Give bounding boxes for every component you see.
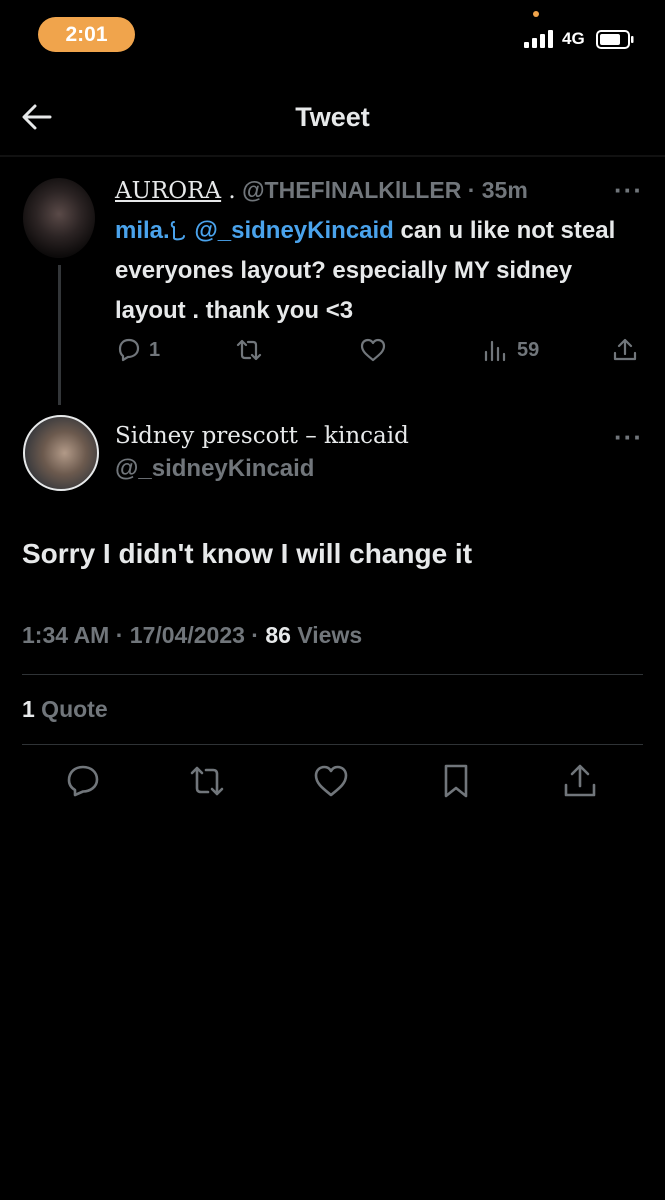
avatar[interactable]: [23, 178, 95, 258]
views-label: Views: [290, 622, 363, 648]
parent-age: 35m: [481, 177, 528, 203]
page-title: Tweet: [295, 102, 370, 132]
network-type: 4G: [562, 29, 585, 48]
parent-tweet-text: mila. @_sidneyKincaid can u like not ste…: [115, 211, 635, 331]
status-time: 2:01: [38, 17, 135, 52]
mention-handle[interactable]: @_sidneyKincaid: [194, 217, 393, 244]
thread-line: [58, 265, 61, 405]
like-icon: [360, 338, 386, 362]
views-total: 86: [265, 622, 291, 648]
parent-actions: 1 59: [115, 336, 645, 372]
views-count: 59: [517, 338, 540, 361]
author-handle[interactable]: @_sidneyKincaid: [115, 455, 314, 483]
avatar[interactable]: [23, 415, 99, 491]
reply-button[interactable]: 1: [115, 336, 160, 364]
share-icon[interactable]: [561, 762, 599, 800]
mention-name[interactable]: mila.: [115, 217, 170, 244]
mic-indicator: [533, 11, 539, 17]
quotes-label: Quote: [34, 696, 108, 722]
like-icon[interactable]: [312, 762, 350, 800]
bookmark-icon[interactable]: [437, 762, 475, 800]
share-button[interactable]: [611, 336, 639, 364]
reply-icon: [118, 338, 140, 362]
status-bar: 2:01 4G: [0, 0, 665, 70]
author-display-name[interactable]: Sidney prescott – kincaid: [115, 423, 409, 449]
views-icon: [484, 340, 506, 362]
parent-display-name[interactable]: AURORA .: [115, 178, 236, 204]
tweet-time[interactable]: 1:34 AM: [22, 622, 109, 648]
views-button[interactable]: 59: [481, 336, 539, 364]
retweet-icon[interactable]: [188, 762, 226, 800]
retweet-icon: [236, 339, 262, 361]
tweet-actions: [0, 762, 665, 804]
battery-icon: [596, 30, 634, 49]
parent-handle[interactable]: @THEFlNALKlLLER: [242, 177, 461, 203]
divider: [22, 744, 643, 745]
quotes-stat[interactable]: 1 Quote: [22, 696, 108, 723]
reply-icon[interactable]: [64, 762, 102, 800]
tweet-date[interactable]: 17/04/2023: [130, 622, 245, 648]
quotes-count: 1: [22, 696, 35, 722]
divider: [22, 674, 643, 675]
share-icon: [613, 338, 637, 361]
header: Tweet: [0, 80, 665, 155]
signal-icon: [524, 30, 556, 48]
more-icon[interactable]: ···: [614, 422, 643, 453]
tweet-text: Sorry I didn't know I will change it: [22, 538, 473, 569]
retweet-button[interactable]: [235, 336, 263, 364]
more-icon[interactable]: ···: [614, 175, 643, 206]
separator: ·: [461, 177, 482, 203]
header-divider: [0, 155, 665, 157]
tweet-meta: 1:34 AM · 17/04/2023 · 86 Views: [22, 622, 363, 648]
reply-count: 1: [149, 338, 161, 361]
parent-tweet-header: AURORA . @THEFlNALKlLLER · 35m: [115, 177, 528, 204]
heart-outline-icon: [170, 221, 185, 241]
like-button[interactable]: [359, 336, 387, 364]
